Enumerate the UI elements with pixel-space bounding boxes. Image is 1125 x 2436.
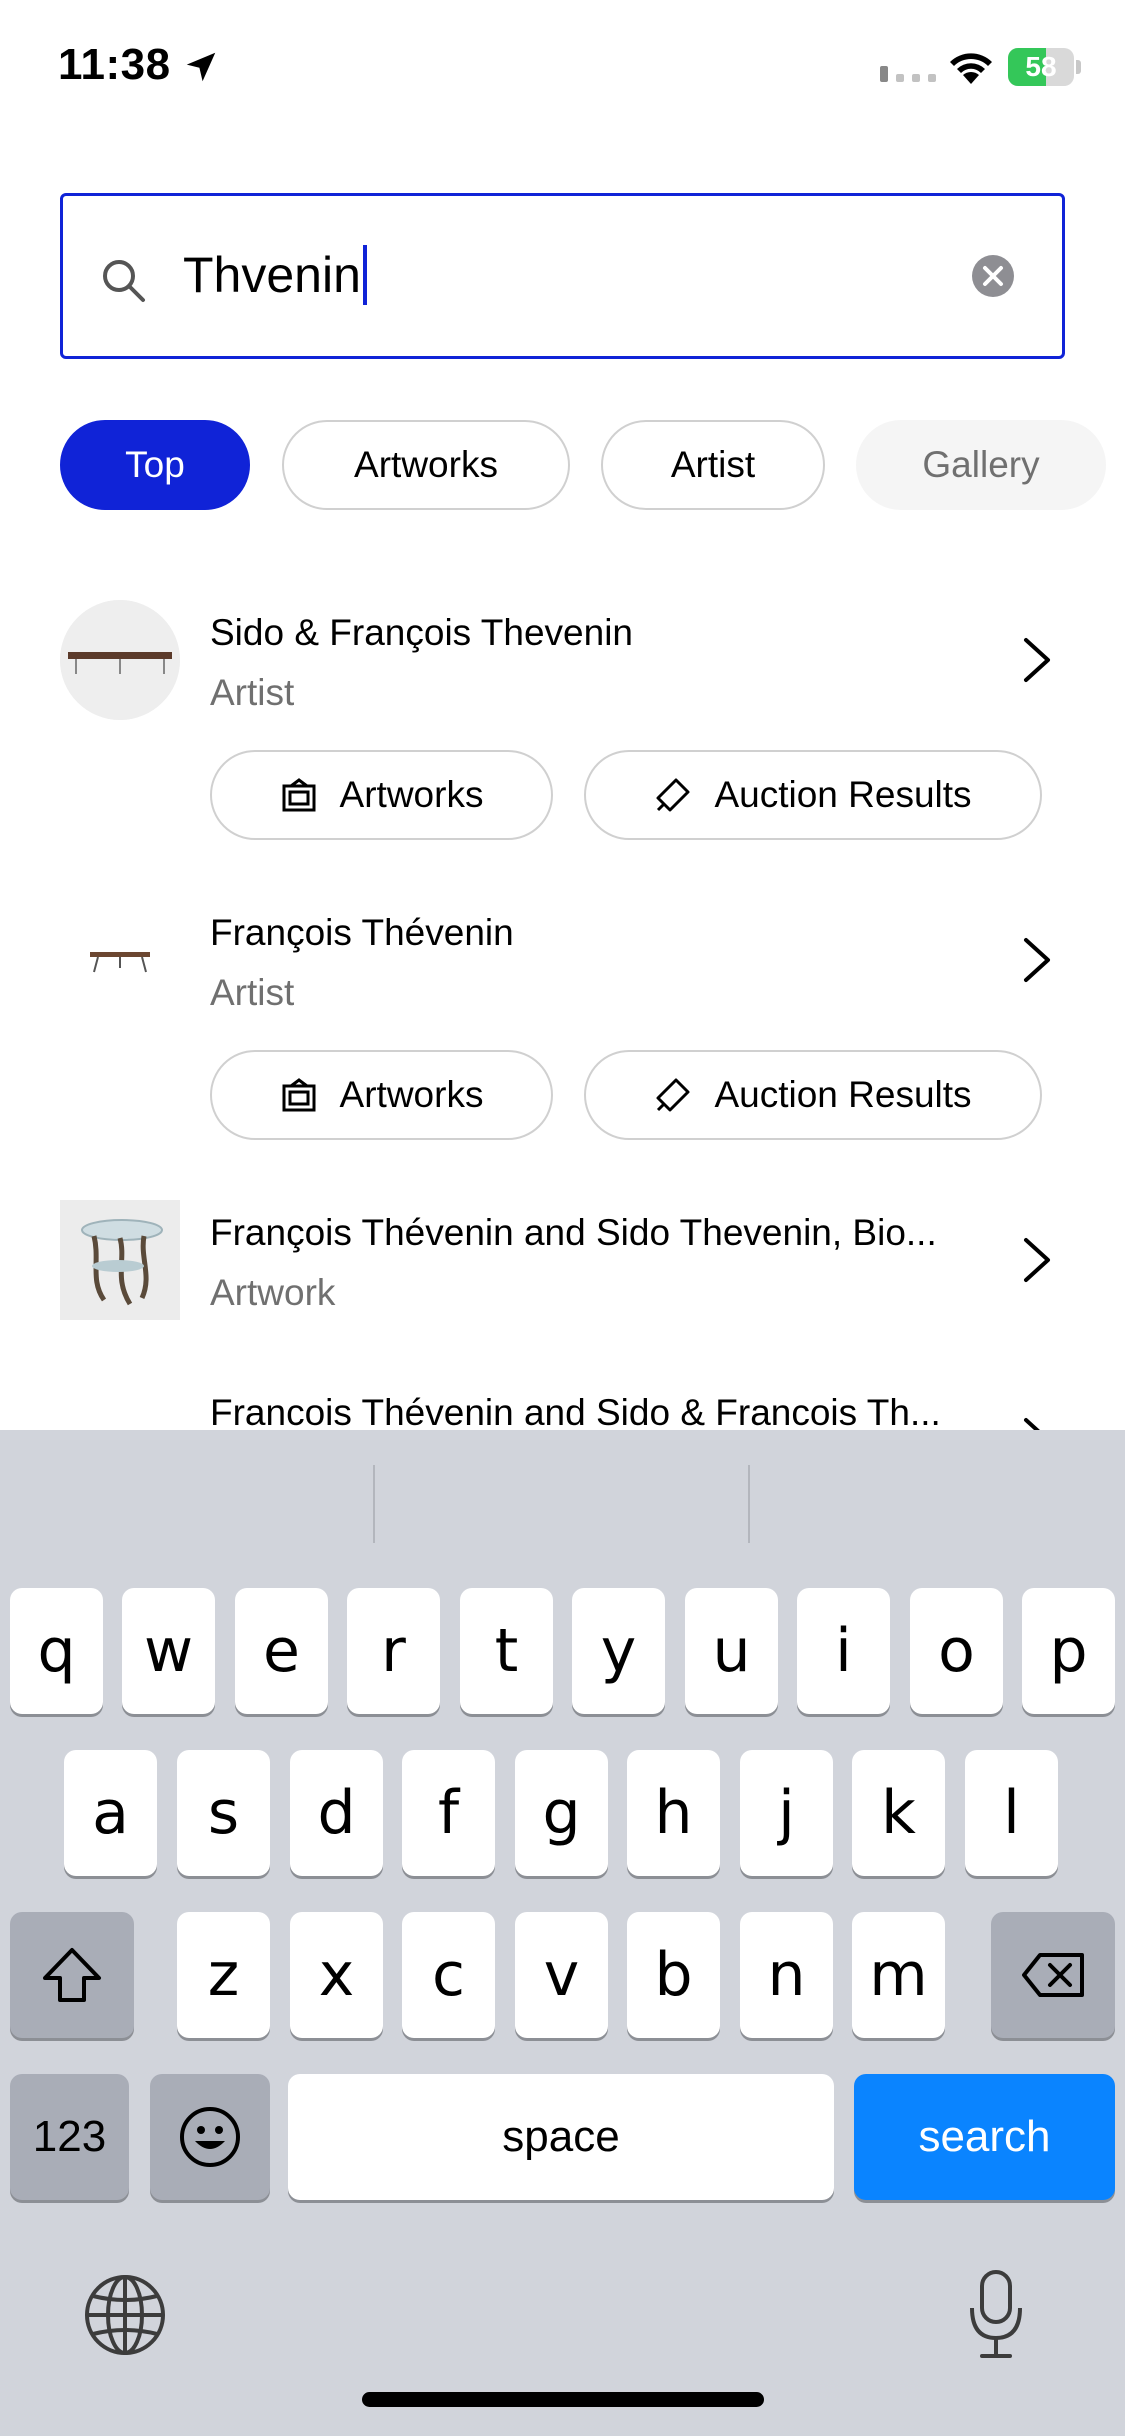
home-indicator [362, 2392, 764, 2407]
key-u[interactable]: u [685, 1588, 778, 1714]
wifi-icon [950, 53, 992, 84]
key-p[interactable]: p [1022, 1588, 1115, 1714]
space-key[interactable]: space [288, 2074, 834, 2200]
key-x[interactable]: x [290, 1912, 383, 2038]
keyboard: q w e r t y u i o p a s d f g h j k l z … [0, 1430, 1125, 2436]
search-input[interactable]: Thvenin [183, 244, 367, 305]
gavel-icon [656, 1078, 690, 1112]
result-type: Artist [210, 972, 295, 1013]
artworks-button[interactable]: Artworks [210, 750, 553, 840]
search-field[interactable]: Thvenin [60, 193, 1065, 359]
auction-results-button[interactable]: Auction Results [584, 750, 1042, 840]
chevron-right-icon [1024, 1418, 1040, 1430]
key-z[interactable]: z [177, 1912, 270, 2038]
key-j[interactable]: j [740, 1750, 833, 1876]
frame-icon [282, 1078, 316, 1112]
text-caret [362, 244, 367, 305]
key-d[interactable]: d [290, 1750, 383, 1876]
bench-thumbnail [60, 600, 180, 720]
backspace-key[interactable] [991, 1912, 1115, 2038]
auction-results-button-label: Auction Results [714, 1074, 972, 1115]
filter-pill-gallery[interactable]: Gallery [856, 420, 1106, 510]
key-k[interactable]: k [852, 1750, 945, 1876]
key-h[interactable]: h [627, 1750, 720, 1876]
auction-results-button[interactable]: Auction Results [584, 1050, 1042, 1140]
search-icon [103, 260, 145, 302]
cellular-signal-icon [880, 66, 936, 82]
key-l[interactable]: l [965, 1750, 1058, 1876]
key-w[interactable]: w [122, 1588, 215, 1714]
suggestion-divider [373, 1465, 375, 1543]
result-thumbnail [60, 1380, 180, 1430]
key-a[interactable]: a [64, 1750, 157, 1876]
status-time: 11:38 [58, 40, 171, 89]
filter-pill-artworks[interactable]: Artworks [282, 420, 570, 510]
chevron-right-icon [1024, 1238, 1050, 1282]
result-title: François Thévenin [210, 912, 514, 953]
result-title: Francois Thévenin and Sido & Francois Th… [210, 1392, 941, 1430]
status-bar: 11:38 58 [0, 0, 1125, 140]
result-type: Artist [210, 672, 295, 713]
filter-pill-top[interactable]: Top [60, 420, 250, 510]
artworks-button-label: Artworks [339, 774, 484, 815]
emoji-key[interactable] [150, 2074, 270, 2200]
gavel-icon [656, 778, 690, 812]
key-y[interactable]: y [572, 1588, 665, 1714]
key-v[interactable]: v [515, 1912, 608, 2038]
shift-icon [43, 1948, 101, 2002]
battery-percent: 58 [1025, 51, 1057, 82]
search-input-text: Thvenin [183, 247, 361, 303]
filter-pills: Top Artworks Artist Gallery [60, 420, 1125, 510]
table-thumbnail [60, 900, 180, 1020]
suggestion-divider [748, 1465, 750, 1543]
result-title: Sido & François Thevenin [210, 612, 633, 653]
backspace-icon [1022, 1953, 1084, 1997]
key-q[interactable]: q [10, 1588, 103, 1714]
key-o[interactable]: o [910, 1588, 1003, 1714]
frame-icon [282, 778, 316, 812]
key-e[interactable]: e [235, 1588, 328, 1714]
key-r[interactable]: r [347, 1588, 440, 1714]
microphone-icon[interactable] [966, 2268, 1026, 2360]
result-title: François Thévenin and Sido Thevenin, Bio… [210, 1212, 937, 1253]
sculpture-table-thumbnail [60, 1200, 180, 1320]
key-n[interactable]: n [740, 1912, 833, 2038]
key-f[interactable]: f [402, 1750, 495, 1876]
key-g[interactable]: g [515, 1750, 608, 1876]
search-results-list: Sido & François Thevenin Artist Artworks… [0, 590, 1125, 1430]
key-c[interactable]: c [402, 1912, 495, 2038]
key-t[interactable]: t [460, 1588, 553, 1714]
chevron-right-icon [1024, 938, 1050, 982]
key-s[interactable]: s [177, 1750, 270, 1876]
shift-key[interactable] [10, 1912, 134, 2038]
artworks-button[interactable]: Artworks [210, 1050, 553, 1140]
filter-pill-artist[interactable]: Artist [601, 420, 825, 510]
battery-indicator: 58 [1008, 48, 1081, 86]
chevron-right-icon [1024, 638, 1050, 682]
emoji-icon [180, 2107, 240, 2167]
globe-icon[interactable] [84, 2274, 166, 2356]
artworks-button-label: Artworks [339, 1074, 484, 1115]
key-m[interactable]: m [852, 1912, 945, 2038]
clear-search-icon[interactable] [971, 254, 1015, 298]
search-key[interactable]: search [854, 2074, 1115, 2200]
key-b[interactable]: b [627, 1912, 720, 2038]
numbers-key[interactable]: 123 [10, 2074, 129, 2200]
location-arrow-icon [186, 52, 216, 82]
auction-results-button-label: Auction Results [714, 774, 972, 815]
key-i[interactable]: i [797, 1588, 890, 1714]
result-type: Artwork [210, 1272, 336, 1313]
